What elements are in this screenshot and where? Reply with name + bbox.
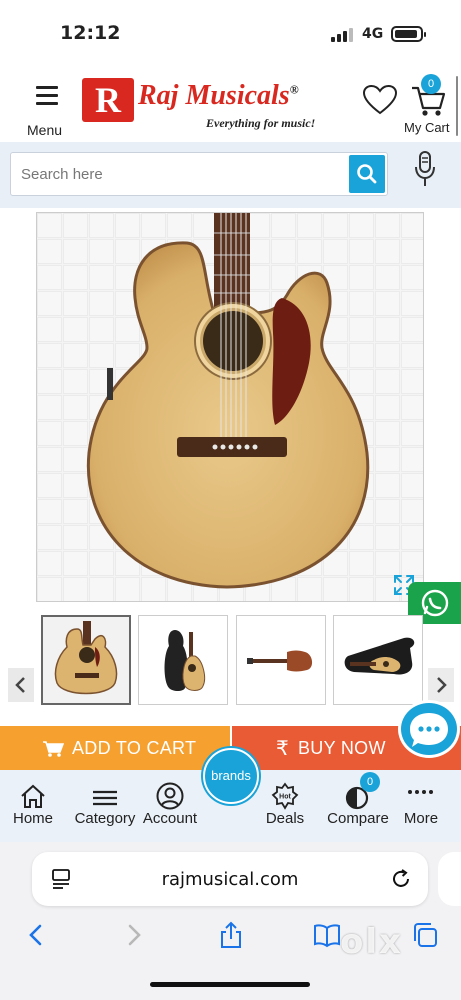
open-case-thumbnail [334,616,422,704]
search-button[interactable] [349,155,385,193]
brand-name: Raj Musicals® [138,80,299,111]
chevron-right-icon [437,677,447,693]
menu-label: Menu [27,122,63,138]
search-input[interactable]: Search here [10,152,388,196]
add-to-cart-label: ADD TO CART [72,738,197,758]
reload-icon[interactable] [390,868,412,890]
guitar-front-thumbnail [43,617,129,703]
browser-toolbar: rajmusical.com [0,842,461,1000]
status-bar: 12:12 4G [0,0,461,68]
hamburger-icon [36,86,58,110]
add-to-cart-button[interactable]: ADD TO CART [0,726,230,772]
deals-badge-text: Hot [279,794,291,801]
search-icon [357,164,377,184]
nav-compare-label: Compare [327,810,389,827]
nav-category-label: Category [74,810,136,827]
product-main-image[interactable] [36,212,424,602]
nav-home-label: Home [12,810,53,827]
home-icon [21,784,45,808]
nav-home[interactable]: Home [10,782,56,838]
address-bar[interactable]: rajmusical.com [32,852,428,906]
hot-deals-icon: Hot [271,782,299,810]
chat-button[interactable] [398,700,460,758]
cart-label: My Cart [404,120,450,135]
cart-icon [43,741,64,757]
nav-more-label: More [403,810,439,827]
home-indicator [150,982,310,987]
buy-now-label: BUY NOW [298,738,386,758]
account-icon [156,782,184,810]
nav-more[interactable]: More [400,782,442,838]
thumbnail-4[interactable] [333,615,423,705]
olx-watermark: olx [340,922,403,962]
thumb-prev-button[interactable] [8,668,34,702]
search-bar: Search here [0,142,461,208]
nav-deals-label: Deals [265,810,305,827]
list-icon [93,790,117,806]
compare-count-badge: 0 [360,772,380,792]
scroll-indicator [456,76,458,136]
back-icon[interactable] [22,920,52,950]
share-icon[interactable] [216,920,246,950]
thumbnail-2[interactable] [138,615,228,705]
guitar-case-thumbnail [139,616,227,704]
logo-mark: R [82,78,134,122]
thumb-next-button[interactable] [428,668,454,702]
battery-icon [391,26,426,42]
brand-tagline: Everything for music! [206,116,316,130]
bookmarks-icon[interactable] [312,920,342,950]
menu-button[interactable]: Menu [24,82,68,142]
nav-account-label: Account [142,810,198,827]
tabs-icon[interactable] [410,920,440,950]
status-time: 12:12 [60,22,121,44]
site-logo[interactable]: R Raj Musicals® Everything for music! [82,78,332,134]
rupee-icon: ₹ [276,738,290,760]
nav-compare[interactable]: 0 Compare [326,772,390,838]
chat-icon [410,713,448,747]
thumbnail-3[interactable] [236,615,326,705]
network-type: 4G [362,26,384,42]
chevron-left-icon [15,677,25,693]
signal-icon [331,28,355,42]
brands-button[interactable]: brands [203,748,259,804]
acoustic-guitar-image [37,213,423,601]
search-placeholder: Search here [21,166,103,183]
nav-category[interactable]: Category [72,782,138,838]
url-text: rajmusical.com [161,869,299,890]
nav-deals[interactable]: Hot Deals [262,782,308,838]
cart-button[interactable]: 0 My Cart [402,74,458,135]
thumbnail-1[interactable] [41,615,131,705]
more-dots-icon [408,790,433,794]
forward-icon[interactable] [118,920,148,950]
cart-count-badge: 0 [421,74,441,94]
next-tab-preview[interactable] [438,852,461,906]
site-header: Menu R Raj Musicals® Everything for musi… [0,68,461,142]
wishlist-heart-icon[interactable] [362,84,398,116]
microphone-icon[interactable] [412,150,438,190]
nav-account[interactable]: Account [140,782,200,838]
guitar-side-thumbnail [237,616,325,704]
